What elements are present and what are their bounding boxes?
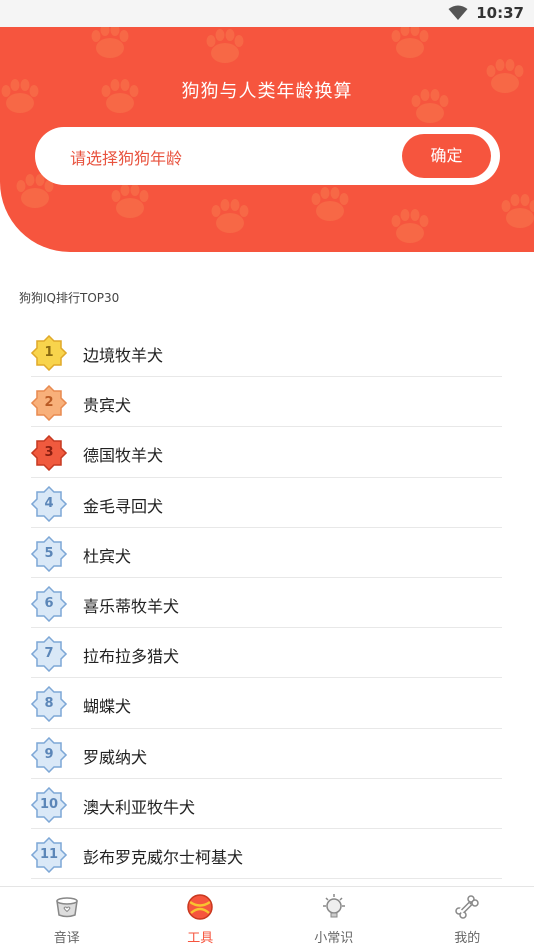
breed-name: 彭布罗克威尔士柯基犬 <box>83 847 244 867</box>
rank-badge-icon: 6 <box>31 585 67 622</box>
rank-number: 3 <box>44 445 54 461</box>
list-item[interactable]: 9 罗威纳犬 <box>31 729 502 779</box>
rank-badge-icon: 7 <box>31 636 67 673</box>
tab-label: 我的 <box>454 931 481 946</box>
rank-badge-icon: 5 <box>31 535 67 572</box>
tab-label: 工具 <box>187 931 214 946</box>
dog-bowl-icon <box>55 897 78 918</box>
list-item[interactable]: 7 拉布拉多猎犬 <box>31 628 502 679</box>
status-right: 10:37 <box>448 4 524 22</box>
rank-number: 4 <box>44 495 54 511</box>
tab-mine[interactable]: 我的 <box>401 887 534 949</box>
rank-number: 1 <box>44 345 54 360</box>
rank-number: 11 <box>39 846 59 862</box>
list-item[interactable]: 11 彭布罗克威尔士柯基犬 <box>31 829 502 880</box>
rank-number: 8 <box>44 696 54 712</box>
bottom-tab-bar: 音译 工具 小常识 我的 <box>0 886 534 949</box>
rank-badge-icon: 11 <box>31 836 67 873</box>
breed-name: 喜乐蒂牧羊犬 <box>83 596 180 616</box>
rank-badge-icon: 4 <box>31 485 67 522</box>
status-bar: 10:37 <box>0 0 534 27</box>
rank-number: 5 <box>44 545 54 561</box>
breed-name: 拉布拉多猎犬 <box>83 647 180 667</box>
rank-badge-icon: 9 <box>31 736 67 773</box>
breed-name: 贵宾犬 <box>83 396 132 416</box>
rank-number: 2 <box>44 395 54 411</box>
page-title: 狗狗与人类年龄换算 <box>181 81 353 102</box>
rank-number: 10 <box>39 796 59 812</box>
rank-number: 9 <box>44 746 54 762</box>
list-item[interactable]: 8 蝴蝶犬 <box>31 678 502 729</box>
rank-number: 7 <box>44 646 54 662</box>
header-banner: 狗狗与人类年龄换算 请选择狗狗年龄 确定 <box>0 27 534 252</box>
list-item[interactable]: 10 澳大利亚牧牛犬 <box>31 779 502 829</box>
tab-label: 音译 <box>53 931 80 946</box>
list-item[interactable]: 6 喜乐蒂牧羊犬 <box>31 578 502 629</box>
confirm-button[interactable]: 确定 <box>402 134 491 178</box>
list-item[interactable]: 4 金毛寻回犬 <box>31 478 502 528</box>
rank-badge-icon: 10 <box>31 786 67 823</box>
status-time: 10:37 <box>476 4 524 22</box>
tab-label: 小常识 <box>314 931 354 946</box>
age-select-placeholder[interactable]: 请选择狗狗年龄 <box>70 145 182 169</box>
rank-badge-icon: 1 <box>31 335 67 371</box>
iq-ranking-list: 1 边境牧羊犬 2 贵宾犬 3 德国牧羊犬 4 金毛寻回犬 5 杜宾犬 6 喜乐蒂牧羊犬 7 拉布拉多猎犬… <box>31 327 502 880</box>
lightbulb-icon <box>322 894 345 918</box>
rank-badge-icon: 8 <box>31 686 67 723</box>
breed-name: 德国牧羊犬 <box>83 446 164 466</box>
breed-name: 金毛寻回犬 <box>83 496 164 516</box>
breed-name: 杜宾犬 <box>83 546 132 566</box>
bone-icon <box>455 895 479 919</box>
breed-name: 罗威纳犬 <box>83 747 148 767</box>
list-item[interactable]: 1 边境牧羊犬 <box>31 327 502 378</box>
rank-badge-icon: 2 <box>31 385 67 422</box>
age-select-field[interactable]: 请选择狗狗年龄 确定 <box>35 127 500 185</box>
breed-name: 边境牧羊犬 <box>83 346 164 365</box>
tab-tools[interactable]: 工具 <box>134 887 268 949</box>
ball-icon <box>187 894 213 920</box>
tab-translate[interactable]: 音译 <box>0 887 134 949</box>
breed-name: 澳大利亚牧牛犬 <box>83 797 196 817</box>
list-item[interactable]: 3 德国牧羊犬 <box>31 427 502 478</box>
list-item[interactable]: 5 杜宾犬 <box>31 528 502 578</box>
tab-tips[interactable]: 小常识 <box>267 887 401 949</box>
breed-name: 蝴蝶犬 <box>83 697 132 717</box>
wifi-icon <box>448 5 468 20</box>
section-title: 狗狗IQ排行TOP30 <box>19 291 120 305</box>
rank-badge-icon: 3 <box>31 435 67 472</box>
list-item[interactable]: 2 贵宾犬 <box>31 377 502 428</box>
rank-number: 6 <box>44 595 54 611</box>
